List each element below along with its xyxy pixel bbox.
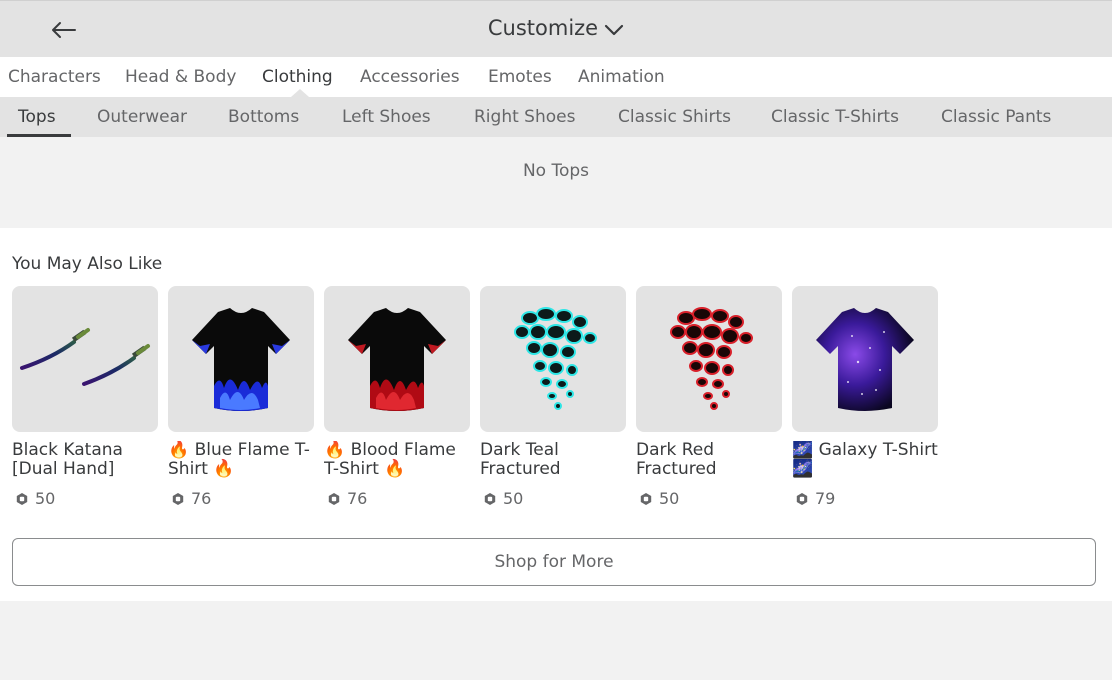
tab-clothing[interactable]: Clothing xyxy=(262,67,333,87)
item-price: 76 xyxy=(168,489,314,508)
subcategory-tabs: Tops Outerwear Bottoms Left Shoes Right … xyxy=(0,97,1112,137)
recommendations-panel: You May Also Like Black Katana [Dual Han… xyxy=(0,228,1112,601)
item-name: 🌌 Galaxy T-Shirt 🌌 xyxy=(792,441,938,479)
item-name: Dark Red Fractured xyxy=(636,441,717,479)
subtab-tops[interactable]: Tops xyxy=(18,107,56,127)
item-price: 76 xyxy=(324,489,470,508)
item-thumbnail xyxy=(324,286,470,432)
subtab-classic-shirts[interactable]: Classic Shirts xyxy=(618,107,731,127)
robux-icon xyxy=(484,492,496,505)
shop-for-more-button[interactable]: Shop for More xyxy=(12,538,1096,586)
subtab-bottoms[interactable]: Bottoms xyxy=(228,107,299,127)
item-card[interactable]: Black Katana [Dual Hand] 50 xyxy=(12,286,158,508)
subtab-right-shoes[interactable]: Right Shoes xyxy=(474,107,575,127)
item-price-value: 50 xyxy=(35,489,56,508)
item-price-value: 50 xyxy=(503,489,524,508)
item-card[interactable]: 🔥 Blood Flame T-Shirt 🔥 76 xyxy=(324,286,470,508)
blood-flame-shirt-thumbnail xyxy=(348,308,446,411)
item-card[interactable]: 🌌 Galaxy T-Shirt 🌌 79 xyxy=(792,286,938,508)
item-price-value: 79 xyxy=(815,489,836,508)
item-name: Dark Teal Fractured xyxy=(480,441,561,479)
recommendations-title: You May Also Like xyxy=(12,254,163,274)
item-price-value: 50 xyxy=(659,489,680,508)
page-title: Customize xyxy=(487,16,599,40)
active-tab-pointer xyxy=(291,89,309,97)
item-thumbnail xyxy=(168,286,314,432)
chevron-down-icon xyxy=(604,17,624,41)
item-thumbnail xyxy=(792,286,938,432)
item-card[interactable]: Dark Teal Fractured 50 xyxy=(480,286,626,508)
subtab-classic-tshirts[interactable]: Classic T-Shirts xyxy=(771,107,899,127)
tab-animation[interactable]: Animation xyxy=(578,67,665,87)
empty-state-text: No Tops xyxy=(522,161,590,181)
item-price: 50 xyxy=(480,489,626,508)
item-price: 50 xyxy=(636,489,782,508)
tab-characters[interactable]: Characters xyxy=(8,67,101,87)
katana-thumbnail xyxy=(20,328,150,386)
item-thumbnail xyxy=(12,286,158,432)
robux-icon xyxy=(16,492,28,505)
robux-icon xyxy=(640,492,652,505)
item-card[interactable]: Dark Red Fractured 50 xyxy=(636,286,782,508)
subtab-left-shoes[interactable]: Left Shoes xyxy=(342,107,431,127)
robux-icon xyxy=(172,492,184,505)
item-thumbnail xyxy=(636,286,782,432)
item-price-value: 76 xyxy=(191,489,212,508)
category-tabs: Characters Head & Body Clothing Accessor… xyxy=(0,57,1112,97)
tab-head-body[interactable]: Head & Body xyxy=(125,67,236,87)
robux-icon xyxy=(796,492,808,505)
item-thumbnail xyxy=(480,286,626,432)
item-name: 🔥 Blue Flame T-Shirt 🔥 xyxy=(168,441,310,479)
red-fractured-thumbnail xyxy=(670,307,753,410)
title-dropdown[interactable]: Customize xyxy=(0,16,1112,41)
tab-emotes[interactable]: Emotes xyxy=(488,67,552,87)
item-price-value: 76 xyxy=(347,489,368,508)
blue-flame-shirt-thumbnail xyxy=(192,308,290,411)
tab-accessories[interactable]: Accessories xyxy=(360,67,460,87)
teal-fractured-thumbnail xyxy=(514,307,597,410)
item-name: Black Katana [Dual Hand] xyxy=(12,441,123,479)
item-name: 🔥 Blood Flame T-Shirt 🔥 xyxy=(324,441,456,479)
robux-icon xyxy=(328,492,340,505)
galaxy-shirt-thumbnail xyxy=(816,308,914,411)
item-card[interactable]: 🔥 Blue Flame T-Shirt 🔥 76 xyxy=(168,286,314,508)
top-bar: Customize xyxy=(0,0,1112,57)
empty-state: No Tops xyxy=(0,137,1112,228)
subtab-classic-pants[interactable]: Classic Pants xyxy=(941,107,1051,127)
item-price: 50 xyxy=(12,489,158,508)
item-price: 79 xyxy=(792,489,938,508)
subtab-outerwear[interactable]: Outerwear xyxy=(97,107,187,127)
